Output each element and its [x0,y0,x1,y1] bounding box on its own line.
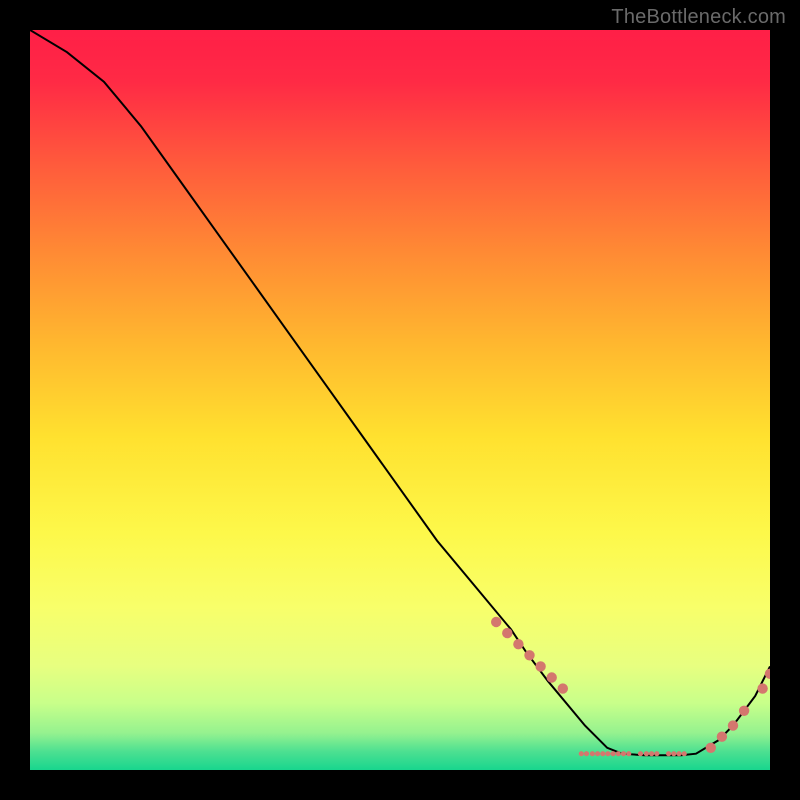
data-marker [676,751,681,756]
data-marker [535,661,545,671]
data-marker [600,751,605,756]
data-marker [739,706,749,716]
data-marker [626,751,631,756]
data-marker [590,751,595,756]
data-marker [584,751,589,756]
data-marker [547,672,557,682]
watermark-text: TheBottleneck.com [611,6,786,29]
data-marker [524,650,534,660]
data-marker [616,751,621,756]
data-marker [579,751,584,756]
data-marker [611,751,616,756]
data-marker [638,751,643,756]
data-marker [605,751,610,756]
data-marker [502,628,512,638]
data-marker [558,683,568,693]
data-marker [757,683,767,693]
data-marker [491,617,501,627]
data-marker [513,639,523,649]
data-marker [706,743,716,753]
chart-stage: TheBottleneck.com [0,0,800,800]
gradient-background [30,30,770,770]
data-marker [728,720,738,730]
data-marker [671,751,676,756]
chart-plot-area [30,30,770,770]
data-marker [621,751,626,756]
data-marker [666,751,671,756]
data-marker [682,751,687,756]
data-marker [649,751,654,756]
data-marker [717,732,727,742]
data-marker [595,751,600,756]
data-marker [654,751,659,756]
chart-svg [30,30,770,770]
data-marker [644,751,649,756]
